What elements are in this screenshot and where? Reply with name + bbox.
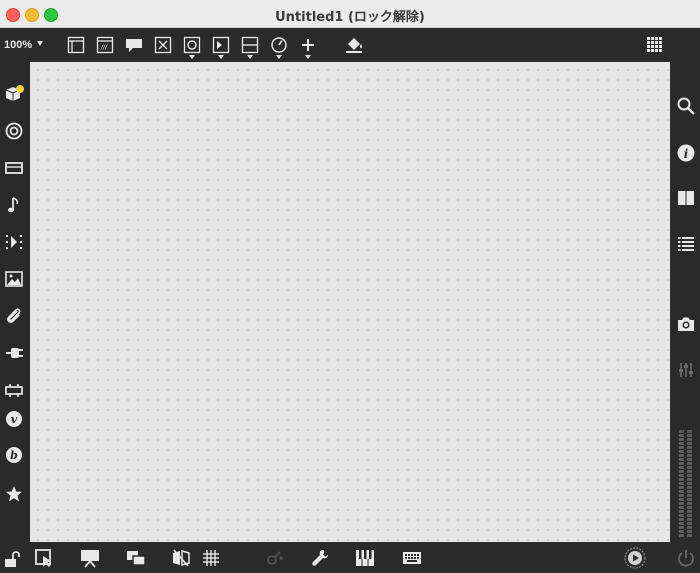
speech-bubble-icon[interactable] — [125, 36, 143, 54]
target-icon[interactable] — [4, 121, 24, 141]
info-icon[interactable]: i — [676, 143, 696, 163]
number-box-icon[interactable] — [212, 36, 230, 54]
left-sidebar: v b — [0, 62, 30, 542]
book-icon[interactable] — [676, 188, 696, 208]
power-icon[interactable] — [676, 548, 696, 568]
patcher-canvas[interactable] — [30, 62, 670, 542]
image-icon[interactable] — [4, 269, 24, 289]
paint-bucket-icon[interactable] — [345, 36, 363, 54]
slider-icon[interactable] — [241, 36, 259, 54]
add-icon[interactable] — [299, 36, 317, 54]
device-icon[interactable] — [4, 158, 24, 178]
zoom-level[interactable]: 100% — [4, 39, 32, 51]
message-box-icon[interactable] — [67, 36, 85, 54]
connector-icon[interactable] — [4, 380, 24, 400]
presentation-select-icon[interactable] — [34, 548, 54, 568]
star-icon[interactable] — [4, 484, 24, 504]
comment-box-icon[interactable]: /// — [96, 36, 114, 54]
lock-icon[interactable] — [2, 549, 22, 569]
objects-icon[interactable] — [4, 84, 24, 104]
svg-text:b: b — [10, 449, 18, 462]
search-icon[interactable] — [676, 96, 696, 116]
window-title: Untitled1 (ロック解除) — [275, 10, 425, 25]
list-icon[interactable] — [676, 234, 696, 254]
bpatcher-icon[interactable]: b — [4, 445, 24, 465]
music-note-icon[interactable] — [4, 195, 24, 215]
sequence-icon[interactable] — [4, 232, 24, 252]
bottom-toolbar — [0, 542, 700, 573]
vst-icon[interactable]: v — [4, 409, 24, 429]
presentation-icon[interactable] — [80, 548, 100, 568]
toggle-icon[interactable] — [183, 36, 201, 54]
grid-icon[interactable] — [201, 548, 221, 568]
svg-text:i: i — [684, 147, 689, 161]
patcher-window: Untitled1 (ロック解除) 100% /// v b i — [0, 0, 700, 573]
paperclip-icon[interactable] — [4, 306, 24, 326]
plug-icon[interactable] — [4, 343, 24, 363]
button-x-icon[interactable] — [154, 36, 172, 54]
add-dropdown-arrow[interactable] — [305, 55, 311, 59]
dial-icon[interactable] — [270, 36, 288, 54]
keyboard-icon[interactable] — [402, 548, 422, 568]
toggle-dropdown-arrow[interactable] — [189, 55, 195, 59]
number-box-dropdown-arrow[interactable] — [218, 55, 224, 59]
svg-text:v: v — [11, 413, 18, 426]
audio-level-meter — [678, 430, 694, 538]
top-toolbar: 100% /// — [0, 28, 700, 62]
svg-text:///: /// — [100, 44, 108, 51]
dial-dropdown-arrow[interactable] — [276, 55, 282, 59]
grid-apps-icon[interactable] — [646, 36, 664, 54]
mixer-icon[interactable] — [676, 360, 696, 380]
slider-dropdown-arrow[interactable] — [247, 55, 253, 59]
layers-icon[interactable] — [126, 548, 146, 568]
wand-icon[interactable] — [264, 548, 284, 568]
piano-icon[interactable] — [355, 548, 375, 568]
wrench-icon[interactable] — [310, 548, 330, 568]
title-bar: Untitled1 (ロック解除) — [0, 0, 700, 28]
no-flip-icon[interactable] — [171, 548, 191, 568]
play-icon[interactable] — [624, 547, 646, 569]
camera-icon[interactable] — [676, 314, 696, 334]
zoom-dropdown-arrow[interactable] — [37, 41, 43, 46]
